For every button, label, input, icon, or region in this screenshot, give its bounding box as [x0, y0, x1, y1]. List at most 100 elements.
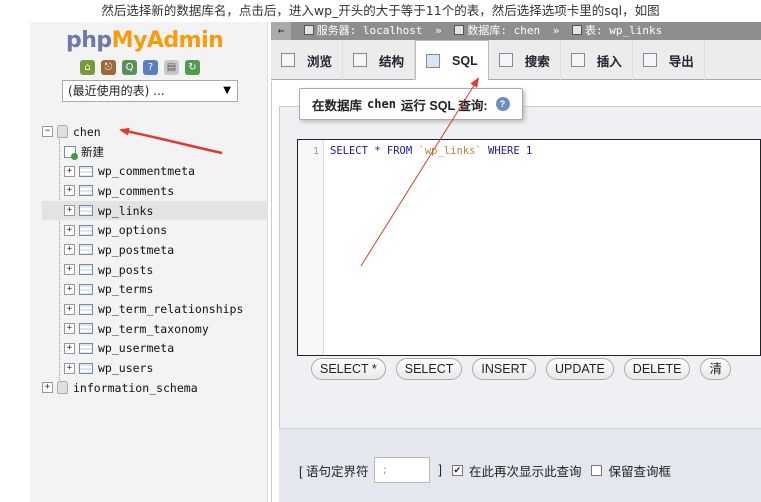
table-icon — [571, 25, 582, 35]
show-again-label: 在此再次显示此查询 — [468, 464, 582, 479]
new-table-link[interactable]: 新建 — [42, 142, 268, 162]
table-icon — [79, 323, 93, 335]
update-button[interactable]: UPDATE — [546, 358, 614, 380]
tree-node-label[interactable]: wp_usermeta — [98, 341, 174, 355]
table-icon — [79, 342, 93, 354]
tree-node-label[interactable]: wp_links — [98, 204, 153, 218]
tab-sql[interactable]: SQL — [415, 40, 489, 80]
tree-node-label[interactable]: 新建 — [81, 144, 104, 160]
table-node[interactable]: + wp_posts — [42, 260, 268, 280]
database-icon — [57, 381, 68, 395]
breadcrumb-database[interactable]: 数据库: chen — [467, 24, 540, 37]
insert-icon — [570, 53, 585, 67]
database-tree: − chen 新建 + wp_commentmeta + wp_comments + wp_li… — [42, 122, 268, 398]
instruction-caption: 然后选择新的数据库名，点击后，进入wp_开头的大于等于11个的表，然后选择选项卡… — [101, 3, 660, 18]
database-node[interactable]: + information_schema — [42, 378, 268, 398]
expand-icon[interactable]: + — [64, 264, 75, 276]
tree-node-label[interactable]: wp_terms — [98, 282, 153, 296]
breadcrumb-table[interactable]: 表: wp_links — [585, 24, 662, 37]
tree-node-label[interactable]: wp_postmeta — [98, 243, 174, 257]
tab-structure[interactable]: 结构 — [343, 40, 416, 80]
tree-node-label[interactable]: wp_comments — [98, 184, 174, 198]
logout-icon[interactable]: ⎋ — [101, 60, 116, 75]
table-icon — [79, 244, 93, 256]
help-icon[interactable]: ? — [143, 60, 158, 75]
table-node[interactable]: + wp_users — [42, 358, 268, 378]
table-node[interactable]: + wp_term_taxonomy — [42, 319, 268, 339]
recent-tables-select[interactable]: (最近使用的表) ... ▼ — [62, 80, 238, 102]
sql-query-editor[interactable]: 1 SELECT * FROM `wp_links` WHERE 1 — [297, 139, 761, 356]
phpmyadmin-logo[interactable]: phpMyAdmin — [66, 28, 224, 53]
docs-icon[interactable]: ▤ — [164, 60, 179, 75]
tree-node-label[interactable]: chen — [73, 125, 101, 139]
tree-node-label[interactable]: wp_commentmeta — [98, 164, 195, 178]
tree-node-label[interactable]: wp_options — [98, 223, 167, 237]
chevron-down-icon: ▼ — [223, 85, 231, 96]
tab-insert[interactable]: 插入 — [561, 40, 633, 80]
tree-node-label[interactable]: information_schema — [73, 381, 198, 395]
table-node[interactable]: + wp_usermeta — [42, 339, 268, 359]
sql-code[interactable]: SELECT * FROM `wp_links` WHERE 1 — [330, 145, 532, 157]
breadcrumb-separator: » — [552, 24, 560, 37]
database-node[interactable]: − chen — [42, 122, 268, 142]
table-node[interactable]: + wp_links — [42, 200, 268, 221]
expand-icon[interactable]: + — [64, 205, 75, 217]
query-icon[interactable]: Q — [122, 60, 137, 75]
reload-icon[interactable]: ↻ — [185, 60, 200, 75]
new-table-icon — [64, 145, 78, 160]
expand-icon[interactable]: + — [64, 362, 75, 374]
tree-node-label[interactable]: wp_users — [98, 361, 153, 375]
delete-button[interactable]: DELETE — [623, 358, 691, 380]
table-node[interactable]: + wp_comments — [42, 181, 268, 201]
tab-export[interactable]: 导出 — [633, 40, 705, 80]
expand-icon[interactable]: + — [64, 185, 75, 197]
table-node[interactable]: + wp_postmeta — [42, 240, 268, 260]
recent-tables-value: (最近使用的表) ... — [68, 84, 165, 98]
tree-node-label[interactable]: wp_posts — [98, 263, 153, 277]
keep-query-checkbox[interactable] — [591, 464, 603, 476]
legend-database-name: chen — [367, 97, 396, 111]
table-node[interactable]: + wp_commentmeta — [42, 161, 268, 181]
collapse-icon[interactable]: − — [42, 126, 53, 138]
expand-icon[interactable]: + — [64, 323, 75, 335]
breadcrumb-server[interactable]: 服务器: localhost — [317, 24, 423, 37]
expand-icon[interactable]: + — [64, 244, 75, 256]
expand-icon[interactable]: + — [64, 303, 75, 315]
table-node[interactable]: + wp_terms — [42, 280, 268, 300]
expand-icon[interactable]: + — [64, 342, 75, 354]
help-icon[interactable]: ? — [495, 97, 510, 111]
browse-icon — [281, 53, 295, 67]
table-node[interactable]: + wp_term_relationships — [42, 299, 268, 319]
back-arrow-icon[interactable]: ← — [271, 22, 291, 40]
query-options-footer: [ 语句定界符 ; ] ✔ 在此再次显示此查询 保留查询框 — [279, 428, 761, 502]
table-node[interactable]: + wp_options — [42, 220, 268, 240]
expand-icon[interactable]: + — [64, 165, 75, 177]
keep-query-label: 保留查询框 — [608, 464, 671, 479]
tab-bar: 浏览 结构 SQL 搜索 插入 导出 — [271, 40, 761, 80]
search-icon — [498, 53, 513, 67]
home-icon[interactable]: ⌂ — [80, 60, 95, 75]
table-icon — [79, 185, 93, 197]
delimiter-close: ] — [438, 463, 442, 477]
select-button[interactable]: SELECT — [395, 358, 463, 380]
tree-node-label[interactable]: wp_term_relationships — [98, 302, 243, 316]
tree-node-label[interactable]: wp_term_taxonomy — [98, 322, 209, 336]
expand-icon[interactable]: + — [42, 382, 53, 394]
insert-button[interactable]: INSERT — [472, 358, 537, 380]
tab-search[interactable]: 搜索 — [489, 40, 561, 80]
nav-icon-bar: ⌂ ⎋ Q ? ▤ ↻ — [80, 60, 200, 75]
clear-button[interactable]: 清 — [700, 358, 731, 380]
show-again-checkbox[interactable]: ✔ — [451, 464, 463, 476]
expand-icon[interactable]: + — [64, 283, 75, 295]
database-icon — [454, 25, 465, 35]
expand-icon[interactable]: + — [64, 224, 75, 236]
query-legend: 在数据库 chen 运行 SQL 查询: ? — [299, 88, 523, 120]
query-template-buttons: SELECT * SELECT INSERT UPDATE DELETE 清 — [311, 358, 731, 380]
tab-browse[interactable]: 浏览 — [271, 40, 344, 80]
delimiter-input[interactable]: ; — [374, 457, 431, 483]
table-icon — [79, 165, 93, 177]
breadcrumb: ← 服务器: localhost » 数据库: chen » 表: wp_lin… — [271, 22, 761, 40]
table-icon — [79, 264, 93, 276]
select-star-button[interactable]: SELECT * — [311, 358, 386, 380]
breadcrumb-separator: » — [435, 24, 442, 37]
